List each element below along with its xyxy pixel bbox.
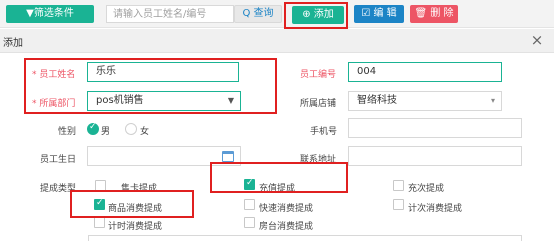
close-icon[interactable]: × [529, 31, 545, 49]
gender-female-radio[interactable] [125, 123, 137, 135]
commission-option-label: 快速消费提成 [259, 204, 314, 214]
number-field[interactable]: 004 [348, 62, 502, 82]
phone-label: 手机号 [310, 127, 338, 137]
commission-checkbox[interactable] [393, 180, 404, 191]
birthday-label: 员工生日 [40, 155, 77, 165]
store-label: 所属店铺 [300, 99, 337, 109]
commission-option-label: 计时消费提成 [108, 222, 163, 232]
dialog-header: 添加 × [0, 29, 554, 53]
calendar-icon[interactable] [222, 151, 234, 162]
store-select-value: 智络科技 [357, 95, 397, 106]
commission-checkbox[interactable] [94, 217, 105, 228]
commission-option-label: 计次消费提成 [408, 204, 463, 214]
address-field[interactable] [348, 146, 522, 166]
toolbar: ▼筛选条件 Q 查询 ⊕ 添加 ☑ 编 辑 🗑 删 除 [0, 0, 554, 28]
recharge-commission-highlight [210, 162, 348, 193]
query-button[interactable]: Q 查询 [234, 5, 282, 23]
required-fields-highlight [24, 58, 277, 114]
edit-button[interactable]: ☑ 编 辑 [354, 5, 404, 23]
phone-field[interactable] [348, 118, 522, 138]
add-button-highlight [284, 2, 348, 29]
commission-checkbox[interactable] [393, 199, 404, 210]
goods-commission-highlight [70, 190, 194, 218]
remark-field[interactable] [88, 235, 522, 241]
delete-button[interactable]: 🗑 删 除 [410, 5, 458, 23]
store-select[interactable]: 智络科技 ▾ [348, 91, 502, 111]
search-input[interactable] [106, 5, 234, 23]
dialog-title: 添加 [3, 38, 23, 49]
gender-male-label: 男 [101, 127, 111, 137]
gender-female-label: 女 [140, 127, 150, 137]
filter-button[interactable]: ▼筛选条件 [6, 5, 94, 23]
commission-option-label: 房台消费提成 [259, 222, 314, 232]
commission-checkbox[interactable] [244, 199, 255, 210]
caret-down-icon: ▾ [490, 96, 495, 105]
commission-option-label: 充次提成 [408, 184, 445, 194]
commission-checkbox[interactable] [244, 217, 255, 228]
gender-label: 性别 [58, 127, 77, 137]
gender-male-radio[interactable] [87, 122, 99, 135]
number-label: 员工编号 [300, 70, 337, 80]
